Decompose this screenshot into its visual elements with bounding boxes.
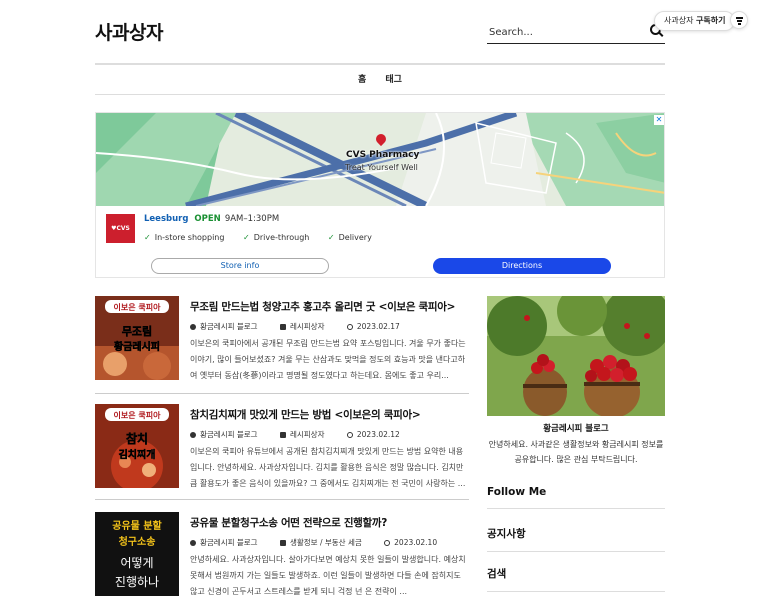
notice-heading[interactable]: 공지사항 [487, 526, 665, 552]
post-thumbnail[interactable]: 이보은 쿡피아 참치 김치찌개 [95, 404, 179, 488]
thumb-text-3: 김치찌개 [119, 448, 156, 461]
nav-item-home[interactable]: 홈 [358, 65, 366, 95]
category-icon [279, 432, 286, 438]
thumb-text-2: 참치 [126, 431, 148, 446]
feature-item: ✓ Delivery [327, 233, 372, 242]
thumbnail-graphic: 이보은 쿡피아 참치 김치찌개 [95, 404, 179, 488]
post-meta: 황금레시피 블로그 레시피상자 2023.02.17 [190, 321, 420, 332]
apples-graphic [487, 296, 665, 416]
thumbnail-graphic: 공유물 분할 청구소송 어떻게 진행하나 [95, 512, 179, 596]
post-category[interactable]: 레시피상자 [279, 430, 335, 439]
clock-icon [346, 324, 353, 330]
check-icon: ✓ [327, 233, 335, 242]
thumb-text-1: 공유물 분할 [112, 519, 162, 532]
post-thumbnail[interactable]: 이보은 쿡피아 무조림 황금레시피 [95, 296, 179, 380]
search-heading: 검색 [487, 566, 665, 592]
ad-map-image[interactable]: CVS Pharmacy Treat Yourself Well ✕ [96, 113, 664, 206]
post-author[interactable]: 황금레시피 블로그 [190, 322, 268, 331]
search-input[interactable] [487, 23, 637, 42]
post-author[interactable]: 황금레시피 블로그 [190, 430, 268, 439]
category-icon [279, 540, 286, 546]
ad-features: ✓ In-store shopping ✓ Drive-through ✓ Deliv… [144, 233, 388, 242]
follow-heading: Follow Me [487, 486, 665, 509]
post-excerpt[interactable]: 이보은의 쿡피아에서 공개된 무조림 만드는법 요약 포스팅입니다. 겨울 무가… [190, 336, 468, 384]
feature-item: ✓ In-store shopping [144, 233, 225, 242]
site-title[interactable]: 사과상자 [95, 18, 163, 45]
post-category[interactable]: 레시피상자 [279, 322, 335, 331]
post-meta: 황금레시피 블로그 레시피상자 2023.02.12 [190, 429, 420, 440]
thumb-text-1: 이보은 쿡피아 [114, 302, 162, 312]
post-item[interactable]: 이보은 쿡피아 참치 김치찌개 참치김치찌개 맛있게 만드는 방법 <이보은의 … [95, 404, 469, 502]
author-icon [190, 432, 196, 438]
thumb-text-3: 황금레시피 [114, 340, 160, 353]
post-date: 2023.02.12 [346, 430, 410, 439]
ad-close-icon[interactable]: ✕ [654, 115, 664, 125]
ad-hours: 9AM–1:30PM [224, 214, 280, 224]
subscribe-blog-name: 사과상자 [664, 16, 694, 25]
nav-item-tags[interactable]: 태그 [385, 65, 402, 95]
clock-icon [346, 432, 353, 438]
map-pin-subtitle: Treat Yourself Well [345, 163, 418, 172]
feature-item: ✓ Drive-through [243, 233, 310, 242]
ad-location-line: Leesburg OPEN 9AM–1:30PM [144, 214, 279, 224]
thumb-text-3: 어떻게 [120, 556, 153, 570]
post-item[interactable]: 공유물 분할 청구소송 어떻게 진행하나 공유물 분할청구소송 어떤 전략으로 … [95, 512, 469, 600]
blog-name[interactable]: 황금레시피 블로그 [487, 422, 665, 434]
post-excerpt[interactable]: 안녕하세요. 사과상자입니다. 살아가다보면 예상치 못한 일들이 발생합니다.… [190, 552, 468, 600]
post-meta: 황금레시피 블로그 생활정보 / 부동산 세금 2023.02.10 [190, 537, 457, 548]
post-title[interactable]: 무조림 만드는법 청양고추 홍고추 올리면 굿 <이보은 쿡피아> [190, 299, 470, 314]
search-box [487, 20, 665, 44]
store-info-button[interactable]: Store info [151, 258, 329, 274]
category-icon [279, 324, 286, 330]
post-author[interactable]: 황금레시피 블로그 [190, 538, 268, 547]
blog-profile-image[interactable] [487, 296, 665, 416]
check-icon: ✓ [243, 233, 250, 242]
subscribe-button[interactable]: 사과상자 구독하기 [654, 11, 736, 31]
post-title[interactable]: 공유물 분할청구소송 어떤 전략으로 진행할까? [190, 515, 470, 530]
map-ad[interactable]: CVS Pharmacy Treat Yourself Well ✕ ♥CVS … [95, 112, 665, 278]
post-excerpt[interactable]: 이보은의 쿡피아 유튜브에서 공개된 참치김치찌개 맛있게 만드는 방법 요약한… [190, 444, 468, 492]
blog-description: 안녕하세요. 사과같은 생활정보와 황금레시피 정보를 공유합니다. 많은 관심… [488, 440, 664, 464]
map-pin-title: CVS Pharmacy [346, 150, 420, 160]
author-icon [190, 324, 196, 330]
ad-status: OPEN [194, 214, 221, 224]
main-nav: 홈 태그 [95, 63, 665, 95]
menu-icon[interactable] [730, 11, 748, 29]
post-item[interactable]: 이보은 쿡피아 무조림 황금레시피 무조림 만드는법 청양고추 홍고추 올리면 … [95, 296, 469, 394]
subscribe-label: 구독하기 [696, 16, 726, 25]
thumbnail-graphic: 이보은 쿡피아 무조림 황금레시피 [95, 296, 179, 380]
post-date: 2023.02.10 [384, 538, 447, 547]
thumb-text-4: 진행하나 [115, 574, 159, 589]
post-thumbnail[interactable]: 공유물 분할 청구소송 어떻게 진행하나 [95, 512, 179, 596]
post-category[interactable]: 생활정보 / 부동산 세금 [279, 538, 372, 547]
cvs-logo[interactable]: ♥CVS [106, 214, 135, 243]
thumb-text-1: 이보은 쿡피아 [114, 410, 162, 420]
thumb-text-2: 청구소송 [119, 535, 156, 548]
post-title[interactable]: 참치김치찌개 맛있게 만드는 방법 <이보은의 쿡피아> [190, 407, 470, 422]
directions-button[interactable]: Directions [433, 258, 611, 274]
clock-icon [384, 540, 391, 546]
post-date: 2023.02.17 [346, 322, 410, 331]
author-icon [190, 540, 196, 546]
check-icon: ✓ [144, 233, 151, 242]
post-divider [95, 499, 469, 500]
ad-location: Leesburg [144, 214, 189, 224]
post-divider [95, 393, 469, 394]
thumb-text-2: 무조림 [122, 325, 152, 338]
